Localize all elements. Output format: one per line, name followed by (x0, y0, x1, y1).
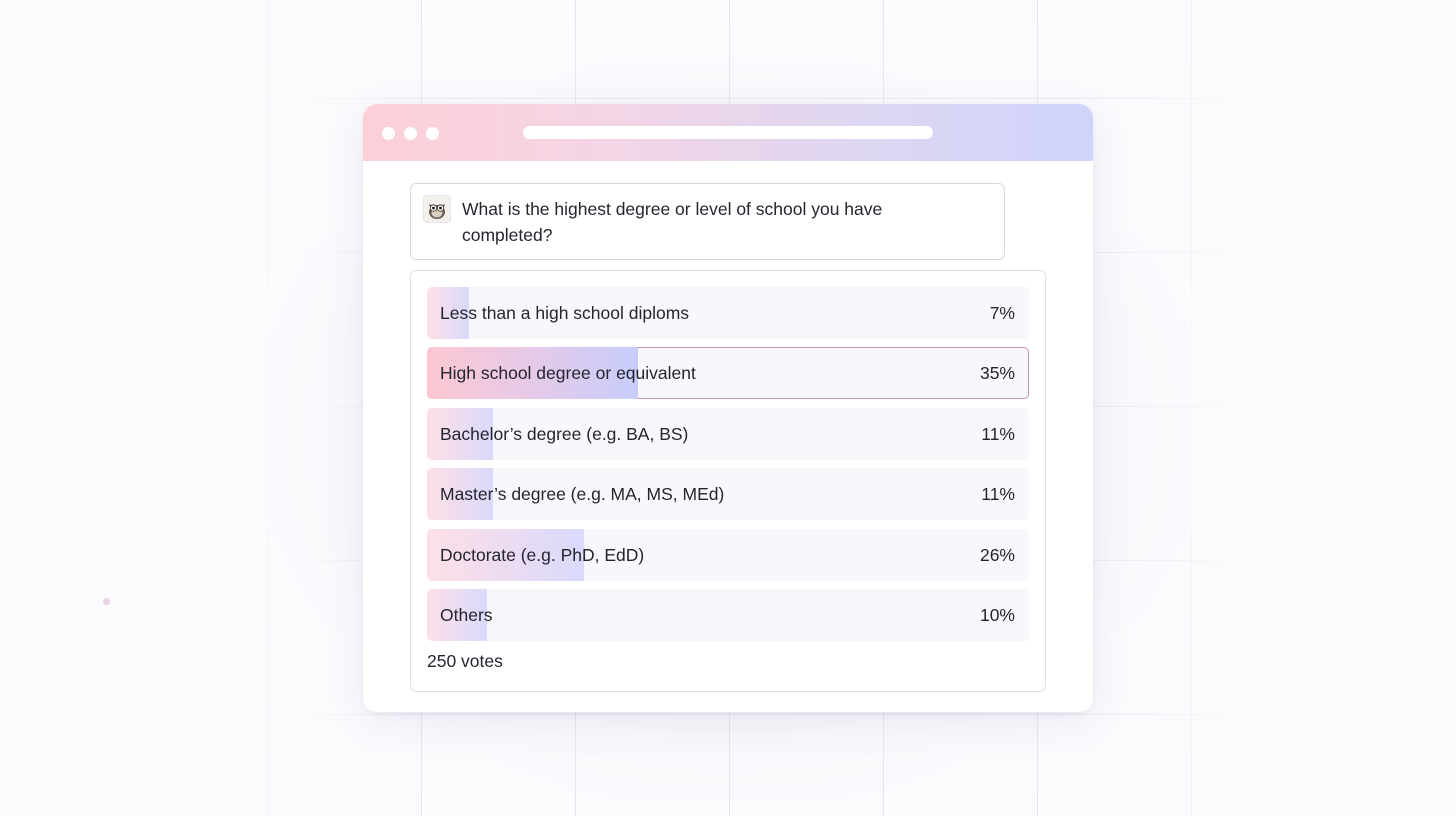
poll-option-percent: 7% (989, 303, 1015, 323)
poll-option-percent: 35% (979, 363, 1015, 384)
poll-option-percent: 11% (981, 484, 1015, 505)
window-close-dot[interactable] (382, 127, 395, 140)
poll-option[interactable]: Doctorate (e.g. PhD, EdD) 26% (427, 528, 1029, 581)
poll-option[interactable]: Others 10% (427, 588, 1029, 641)
browser-window: What is the highest degree or level of s… (363, 104, 1093, 712)
vote-count: 250 votes (427, 651, 503, 671)
owl-avatar-icon (423, 195, 451, 223)
poll-option-label: Less than a high school diploms (440, 303, 690, 323)
poll-option-percent: 10% (979, 604, 1015, 625)
poll-option-label: High school degree or equivalent (440, 363, 696, 384)
poll-option[interactable]: High school degree or equivalent 35% (427, 347, 1029, 400)
poll-option[interactable]: Less than a high school diploms 7% (427, 287, 1029, 339)
poll-options: Less than a high school diploms 7% High … (427, 287, 1029, 649)
window-minimize-dot[interactable] (404, 127, 417, 140)
poll-card: Less than a high school diploms 7% High … (410, 270, 1046, 692)
poll-option[interactable]: Master’s degree (e.g. MA, MS, MEd) 11% (427, 468, 1029, 521)
poll-option-percent: 26% (979, 544, 1015, 565)
decorative-dot (103, 598, 110, 605)
question-text: What is the highest degree or level of s… (462, 199, 883, 245)
poll-option-percent: 11% (981, 423, 1015, 444)
poll-option-label: Master’s degree (e.g. MA, MS, MEd) (440, 484, 725, 505)
address-bar[interactable] (523, 126, 933, 139)
window-maximize-dot[interactable] (426, 127, 439, 140)
window-titlebar (363, 104, 1093, 161)
poll-option[interactable]: Bachelor’s degree (e.g. BA, BS) 11% (427, 407, 1029, 460)
poll-option-label: Doctorate (e.g. PhD, EdD) (440, 544, 645, 565)
poll-option-label: Others (440, 604, 493, 625)
question-card: What is the highest degree or level of s… (410, 183, 1005, 260)
poll-option-label: Bachelor’s degree (e.g. BA, BS) (440, 423, 689, 444)
